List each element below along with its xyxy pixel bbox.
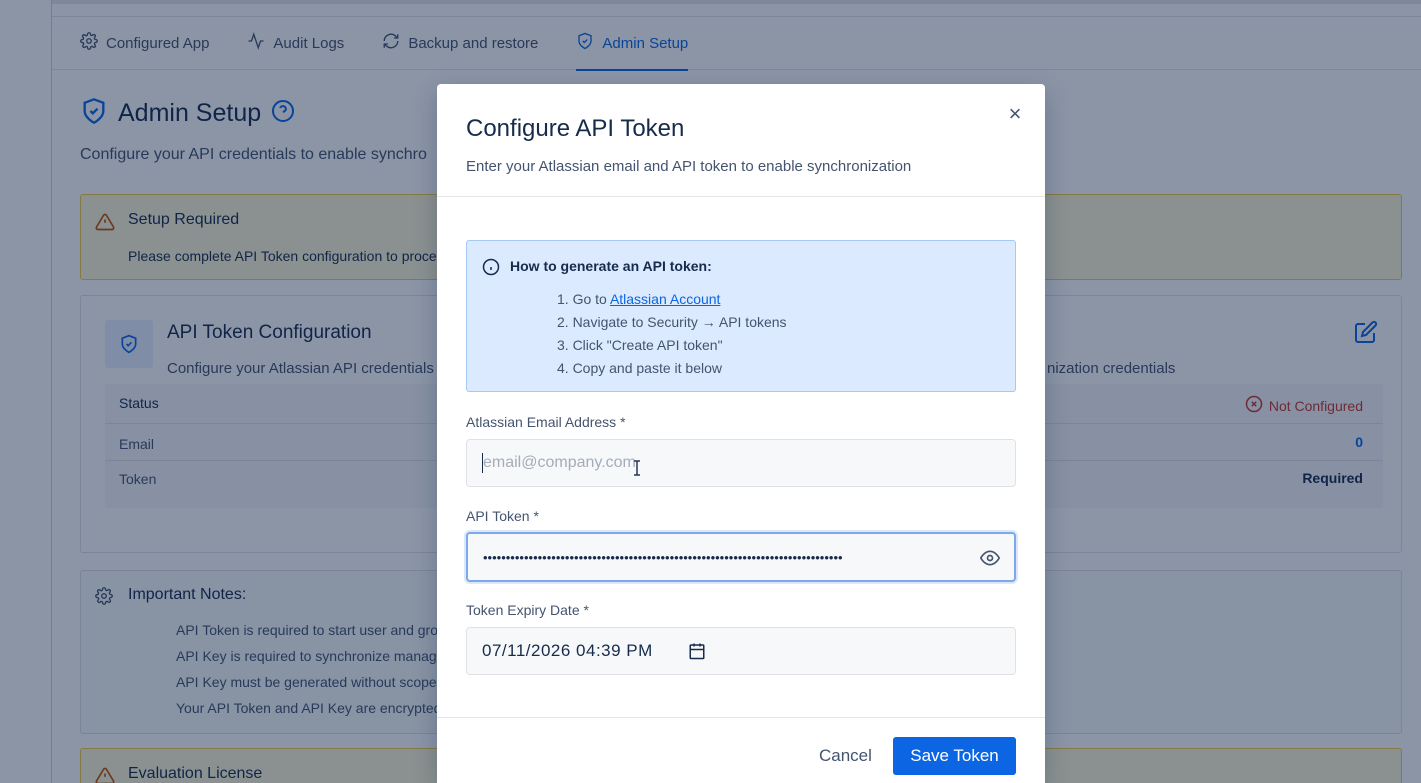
help-box-title: How to generate an API token: <box>510 258 712 274</box>
api-token-value: ••••••••••••••••••••••••••••••••••••••••… <box>483 549 843 565</box>
token-label: API Token * <box>466 508 539 524</box>
info-icon <box>482 258 500 281</box>
email-label: Atlassian Email Address * <box>466 414 626 430</box>
email-placeholder: email@company.com <box>483 454 636 471</box>
close-icon[interactable]: × <box>1005 103 1025 125</box>
help-steps: 1. Go to Atlassian Account 2. Navigate t… <box>557 291 787 383</box>
email-field[interactable]: email@company.com <box>466 439 1016 487</box>
text-cursor-icon <box>633 460 641 481</box>
help-step: 2. Navigate to Security → API tokens <box>557 314 787 330</box>
save-token-button[interactable]: Save Token <box>893 737 1016 775</box>
expiry-label: Token Expiry Date * <box>466 602 589 618</box>
configure-api-token-modal: Configure API Token Enter your Atlassian… <box>437 84 1045 783</box>
eye-icon[interactable] <box>979 548 1001 573</box>
help-step: 1. Go to Atlassian Account <box>557 291 721 307</box>
cancel-button[interactable]: Cancel <box>805 737 886 775</box>
help-step: 3. Click "Create API token" <box>557 337 723 353</box>
calendar-icon[interactable] <box>688 642 706 665</box>
atlassian-account-link[interactable]: Atlassian Account <box>610 291 721 307</box>
help-step: 4. Copy and paste it below <box>557 360 722 376</box>
header-divider <box>437 196 1045 197</box>
expiry-date-field[interactable]: 07/11/2026 04:39 PM <box>466 627 1016 675</box>
footer-divider <box>437 717 1045 718</box>
api-token-field[interactable]: ••••••••••••••••••••••••••••••••••••••••… <box>466 532 1016 582</box>
expiry-value: 07/11/2026 04:39 PM <box>482 641 653 660</box>
api-token-help-box: How to generate an API token: 1. Go to A… <box>466 240 1016 392</box>
modal-title: Configure API Token <box>466 115 685 142</box>
modal-subtitle: Enter your Atlassian email and API token… <box>466 158 912 175</box>
